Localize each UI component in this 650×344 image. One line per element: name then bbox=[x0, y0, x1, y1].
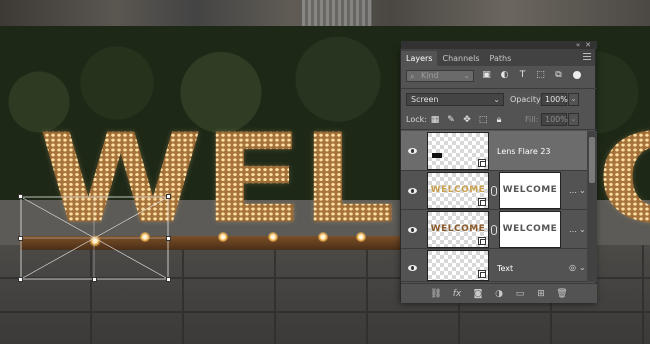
fx-icon[interactable]: fx bbox=[451, 288, 463, 300]
opacity-label: Opacity: bbox=[510, 95, 543, 104]
tab-layers[interactable]: Layers bbox=[401, 51, 438, 66]
layer-row[interactable]: Lens Flare 23 bbox=[401, 131, 587, 171]
search-icon: ⌕ bbox=[410, 72, 415, 81]
layer-thumbnail bbox=[427, 250, 489, 281]
kind-filter-select[interactable]: ⌕ Kind ⌄ bbox=[406, 70, 474, 82]
blend-row: Screen ⌄ Opacity: 100% ⌄ bbox=[401, 91, 597, 109]
filter-toggle[interactable] bbox=[573, 71, 581, 79]
smart-object-badge-icon bbox=[478, 198, 486, 206]
sign-letter-l: L bbox=[300, 108, 396, 251]
mask-link-icon[interactable] bbox=[491, 186, 497, 196]
new-layer-icon[interactable]: ⊞ bbox=[535, 288, 547, 300]
filter-row: ⌕ Kind ⌄ ▣ ◐ T ⬚ ⧉ bbox=[401, 67, 597, 85]
layer-thumbnail bbox=[427, 132, 489, 170]
thumbnail-text: WELCOME bbox=[430, 224, 486, 234]
chevron-down-icon[interactable]: ⌄ bbox=[579, 263, 586, 272]
new-group-icon[interactable]: ▭ bbox=[514, 288, 526, 300]
smart-object-badge-icon bbox=[478, 270, 486, 278]
thumbnail-text: WELCOME bbox=[430, 185, 486, 195]
adjustment-filter-icon[interactable]: ◐ bbox=[499, 70, 510, 81]
close-panel-button[interactable]: ✕ bbox=[585, 41, 591, 49]
shape-filter-icon[interactable]: ⬚ bbox=[535, 70, 546, 81]
panel-tabs: Layers Channels Paths bbox=[401, 49, 595, 66]
layers-panel: « ✕ Layers Channels Paths ⌕ Kind ⌄ ▣ ◐ T… bbox=[400, 41, 597, 303]
transform-handle-bm[interactable] bbox=[92, 277, 97, 282]
scrollbar-thumb[interactable] bbox=[589, 137, 595, 183]
bulb-glow bbox=[318, 232, 328, 242]
lock-position-icon[interactable]: ✥ bbox=[461, 114, 473, 126]
transform-handle-mr[interactable] bbox=[166, 236, 171, 241]
mask-link-icon[interactable] bbox=[491, 225, 497, 235]
lock-row: Lock: ▦ ✎ ✥ ⬚ 🔒︎ Fill: 100% ⌄ bbox=[401, 111, 597, 129]
bulb-glow bbox=[218, 232, 228, 242]
chevron-down-icon: ⌄ bbox=[493, 95, 500, 104]
sign-letter-o: O bbox=[596, 118, 650, 241]
blend-mode-select[interactable]: Screen ⌄ bbox=[406, 93, 504, 106]
transform-guides bbox=[20, 196, 169, 280]
layer-name[interactable]: Lens Flare 23 bbox=[497, 147, 551, 156]
transform-bounding-box[interactable] bbox=[18, 194, 171, 282]
divider bbox=[401, 88, 597, 89]
flare-preview bbox=[432, 153, 442, 158]
chevron-down-icon[interactable]: ⌄ bbox=[579, 225, 586, 234]
fill-label: Fill: bbox=[525, 115, 539, 124]
fill-input[interactable]: 100% bbox=[541, 113, 568, 126]
chevron-down-icon: ⌄ bbox=[463, 71, 470, 80]
lock-artboard-icon[interactable]: ⬚ bbox=[477, 114, 489, 126]
visibility-eye-icon[interactable] bbox=[408, 147, 418, 155]
panel-title-bar: « ✕ bbox=[401, 41, 597, 49]
link-layers-icon[interactable]: ⛓ bbox=[430, 288, 442, 300]
blend-mode-value: Screen bbox=[411, 95, 439, 104]
sign-letter-e: E bbox=[202, 108, 305, 251]
panel-footer: ⛓ fx ◙ ◑ ▭ ⊞ 🗑︎ bbox=[401, 283, 597, 303]
layer-mask-thumbnail[interactable]: WELCOME bbox=[499, 211, 561, 248]
layers-scrollbar[interactable] bbox=[587, 131, 597, 282]
layer-mask-thumbnail[interactable]: WELCOME bbox=[499, 172, 561, 209]
transform-handle-br[interactable] bbox=[166, 277, 171, 282]
chevron-down-icon[interactable]: ⌄ bbox=[579, 186, 586, 195]
bulb-glow bbox=[356, 232, 366, 242]
layer-options-icon[interactable]: … bbox=[569, 225, 577, 234]
delete-icon[interactable]: 🗑︎ bbox=[556, 288, 568, 300]
smart-object-badge-icon bbox=[478, 237, 486, 245]
smart-filter-icon[interactable]: ◎ bbox=[569, 263, 576, 272]
layer-row[interactable]: WELCOME WELCOME … ⌄ bbox=[401, 211, 587, 249]
opacity-dropdown-button[interactable]: ⌄ bbox=[568, 93, 579, 106]
layer-name[interactable]: Text bbox=[497, 264, 513, 273]
layer-thumbnail: WELCOME bbox=[427, 211, 489, 248]
lock-transparent-icon[interactable]: ▦ bbox=[429, 114, 441, 126]
lock-all-icon[interactable]: 🔒︎ bbox=[493, 114, 505, 126]
transform-handle-tl[interactable] bbox=[18, 194, 23, 199]
layer-options-icon[interactable]: … bbox=[569, 186, 577, 195]
type-filter-icon[interactable]: T bbox=[517, 70, 528, 81]
kind-filter-label: Kind bbox=[421, 71, 439, 80]
visibility-eye-icon[interactable] bbox=[408, 187, 418, 195]
layer-row[interactable]: Text ◎ ⌄ bbox=[401, 250, 587, 282]
visibility-eye-icon[interactable] bbox=[408, 264, 418, 272]
fill-dropdown-button[interactable]: ⌄ bbox=[568, 113, 579, 126]
add-mask-icon[interactable]: ◙ bbox=[472, 288, 484, 300]
tab-paths[interactable]: Paths bbox=[485, 51, 517, 66]
visibility-eye-icon[interactable] bbox=[408, 226, 418, 234]
transform-handle-ml[interactable] bbox=[18, 236, 23, 241]
opacity-input[interactable]: 100% bbox=[541, 93, 568, 106]
collapse-panel-button[interactable]: « bbox=[576, 41, 580, 49]
lock-label: Lock: bbox=[406, 115, 427, 124]
layer-thumbnail: WELCOME bbox=[427, 172, 489, 209]
tab-channels[interactable]: Channels bbox=[437, 51, 484, 66]
transform-handle-bl[interactable] bbox=[18, 277, 23, 282]
smart-object-badge-icon bbox=[478, 159, 486, 167]
mask-text: WELCOME bbox=[502, 185, 558, 195]
smart-object-filter-icon[interactable]: ⧉ bbox=[553, 70, 564, 81]
transform-handle-tr[interactable] bbox=[166, 194, 171, 199]
lock-image-icon[interactable]: ✎ bbox=[445, 114, 457, 126]
adjustment-layer-icon[interactable]: ◑ bbox=[493, 288, 505, 300]
divider bbox=[401, 129, 597, 130]
image-filter-icon[interactable]: ▣ bbox=[481, 70, 492, 81]
layer-row[interactable]: WELCOME WELCOME … ⌄ bbox=[401, 172, 587, 210]
mask-text: WELCOME bbox=[502, 224, 558, 234]
panel-menu-icon[interactable] bbox=[583, 53, 591, 60]
bulb-glow bbox=[268, 232, 278, 242]
